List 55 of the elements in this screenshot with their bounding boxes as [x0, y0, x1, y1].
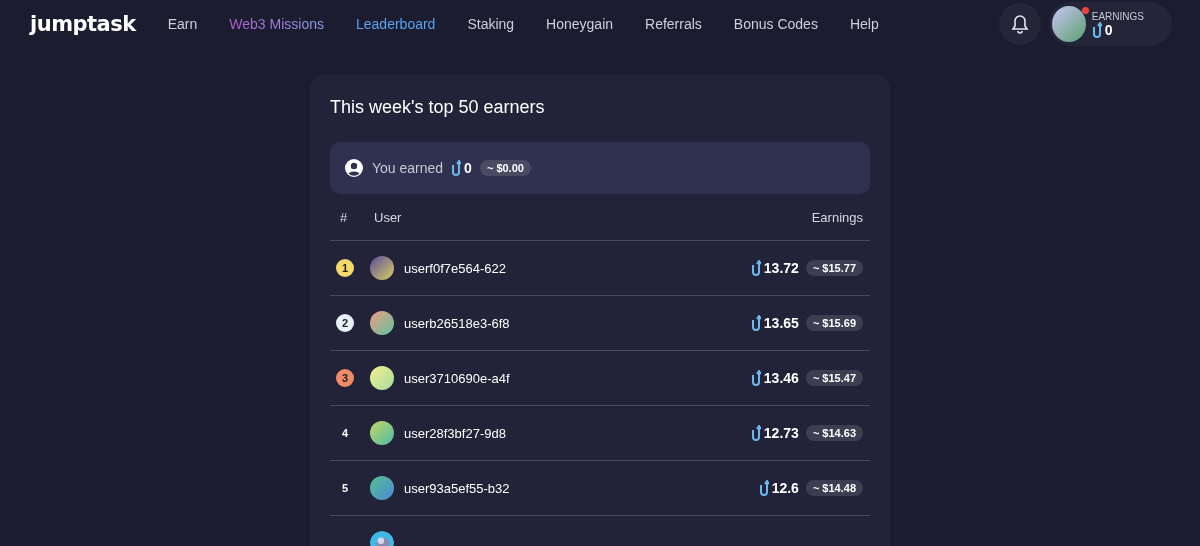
earnings-value: 0 [1104, 21, 1113, 38]
rank-number: 5 [340, 482, 350, 494]
username: user28f3bf27-9d8 [404, 425, 506, 441]
token-icon [750, 370, 761, 386]
token-icon [758, 480, 769, 496]
earnings-amount: 12.6 [771, 480, 799, 496]
earnings-amount: 12.73 [763, 425, 799, 441]
nav-link[interactable]: Earn [167, 16, 198, 32]
usd-pill: ~ $0.00 [479, 160, 531, 176]
nav-link[interactable]: Web3 Missions [229, 16, 324, 32]
usd-pill: ~ $15.47 [805, 370, 863, 386]
avatar [370, 311, 394, 335]
bell-icon [1010, 14, 1029, 34]
token-icon [451, 160, 462, 176]
jumptask-logo[interactable]: jumptask [30, 12, 136, 36]
earnings-widget[interactable]: EARNINGS 0 [1048, 2, 1172, 46]
usd-pill: ~ $15.69 [805, 315, 863, 331]
column-header: User [374, 209, 403, 225]
nav-link[interactable]: Staking [467, 16, 515, 32]
user-icon [345, 159, 363, 177]
leaderboard-title: This week's top 50 earners [330, 97, 546, 118]
token-icon [750, 315, 761, 331]
nav-link[interactable]: Referrals [645, 16, 702, 32]
token-icon [750, 260, 761, 276]
usd-pill: ~ $15.77 [805, 260, 863, 276]
usd-pill: ~ $14.63 [805, 425, 863, 441]
nav-link[interactable]: Help [849, 16, 879, 32]
you-earned-amount: 0 [464, 160, 472, 176]
token-icon [750, 425, 761, 441]
nav-link[interactable]: Bonus Codes [733, 16, 818, 32]
nav-link[interactable]: Honeygain [546, 16, 614, 32]
rank-badge: 1 [336, 259, 354, 277]
column-header: Earnings [811, 209, 863, 225]
rank-badge: 3 [336, 369, 354, 387]
username: userf0f7e564-622 [404, 260, 506, 276]
earnings-amount: 13.46 [763, 370, 799, 386]
nav-link[interactable]: Leaderboard [356, 16, 436, 32]
avatar [370, 421, 394, 445]
you-earned-label: You earned [372, 160, 444, 176]
username: userb26518e3-6f8 [404, 315, 510, 331]
avatar [370, 366, 394, 390]
column-header: # [340, 209, 349, 225]
token-icon [1091, 21, 1102, 38]
avatar [370, 476, 394, 500]
earnings-label: EARNINGS [1091, 10, 1144, 22]
notification-button[interactable] [998, 3, 1041, 45]
avatar [370, 256, 394, 280]
rank-badge: 2 [336, 314, 354, 332]
usd-pill: ~ $14.48 [805, 480, 863, 496]
username: user3710690e-a4f [404, 370, 510, 386]
earnings-amount: 13.65 [763, 315, 799, 331]
earnings-amount: 13.72 [763, 260, 799, 276]
avatar [1051, 6, 1086, 42]
username: user93a5ef55-b32 [404, 480, 510, 496]
rank-number: 4 [340, 427, 350, 439]
